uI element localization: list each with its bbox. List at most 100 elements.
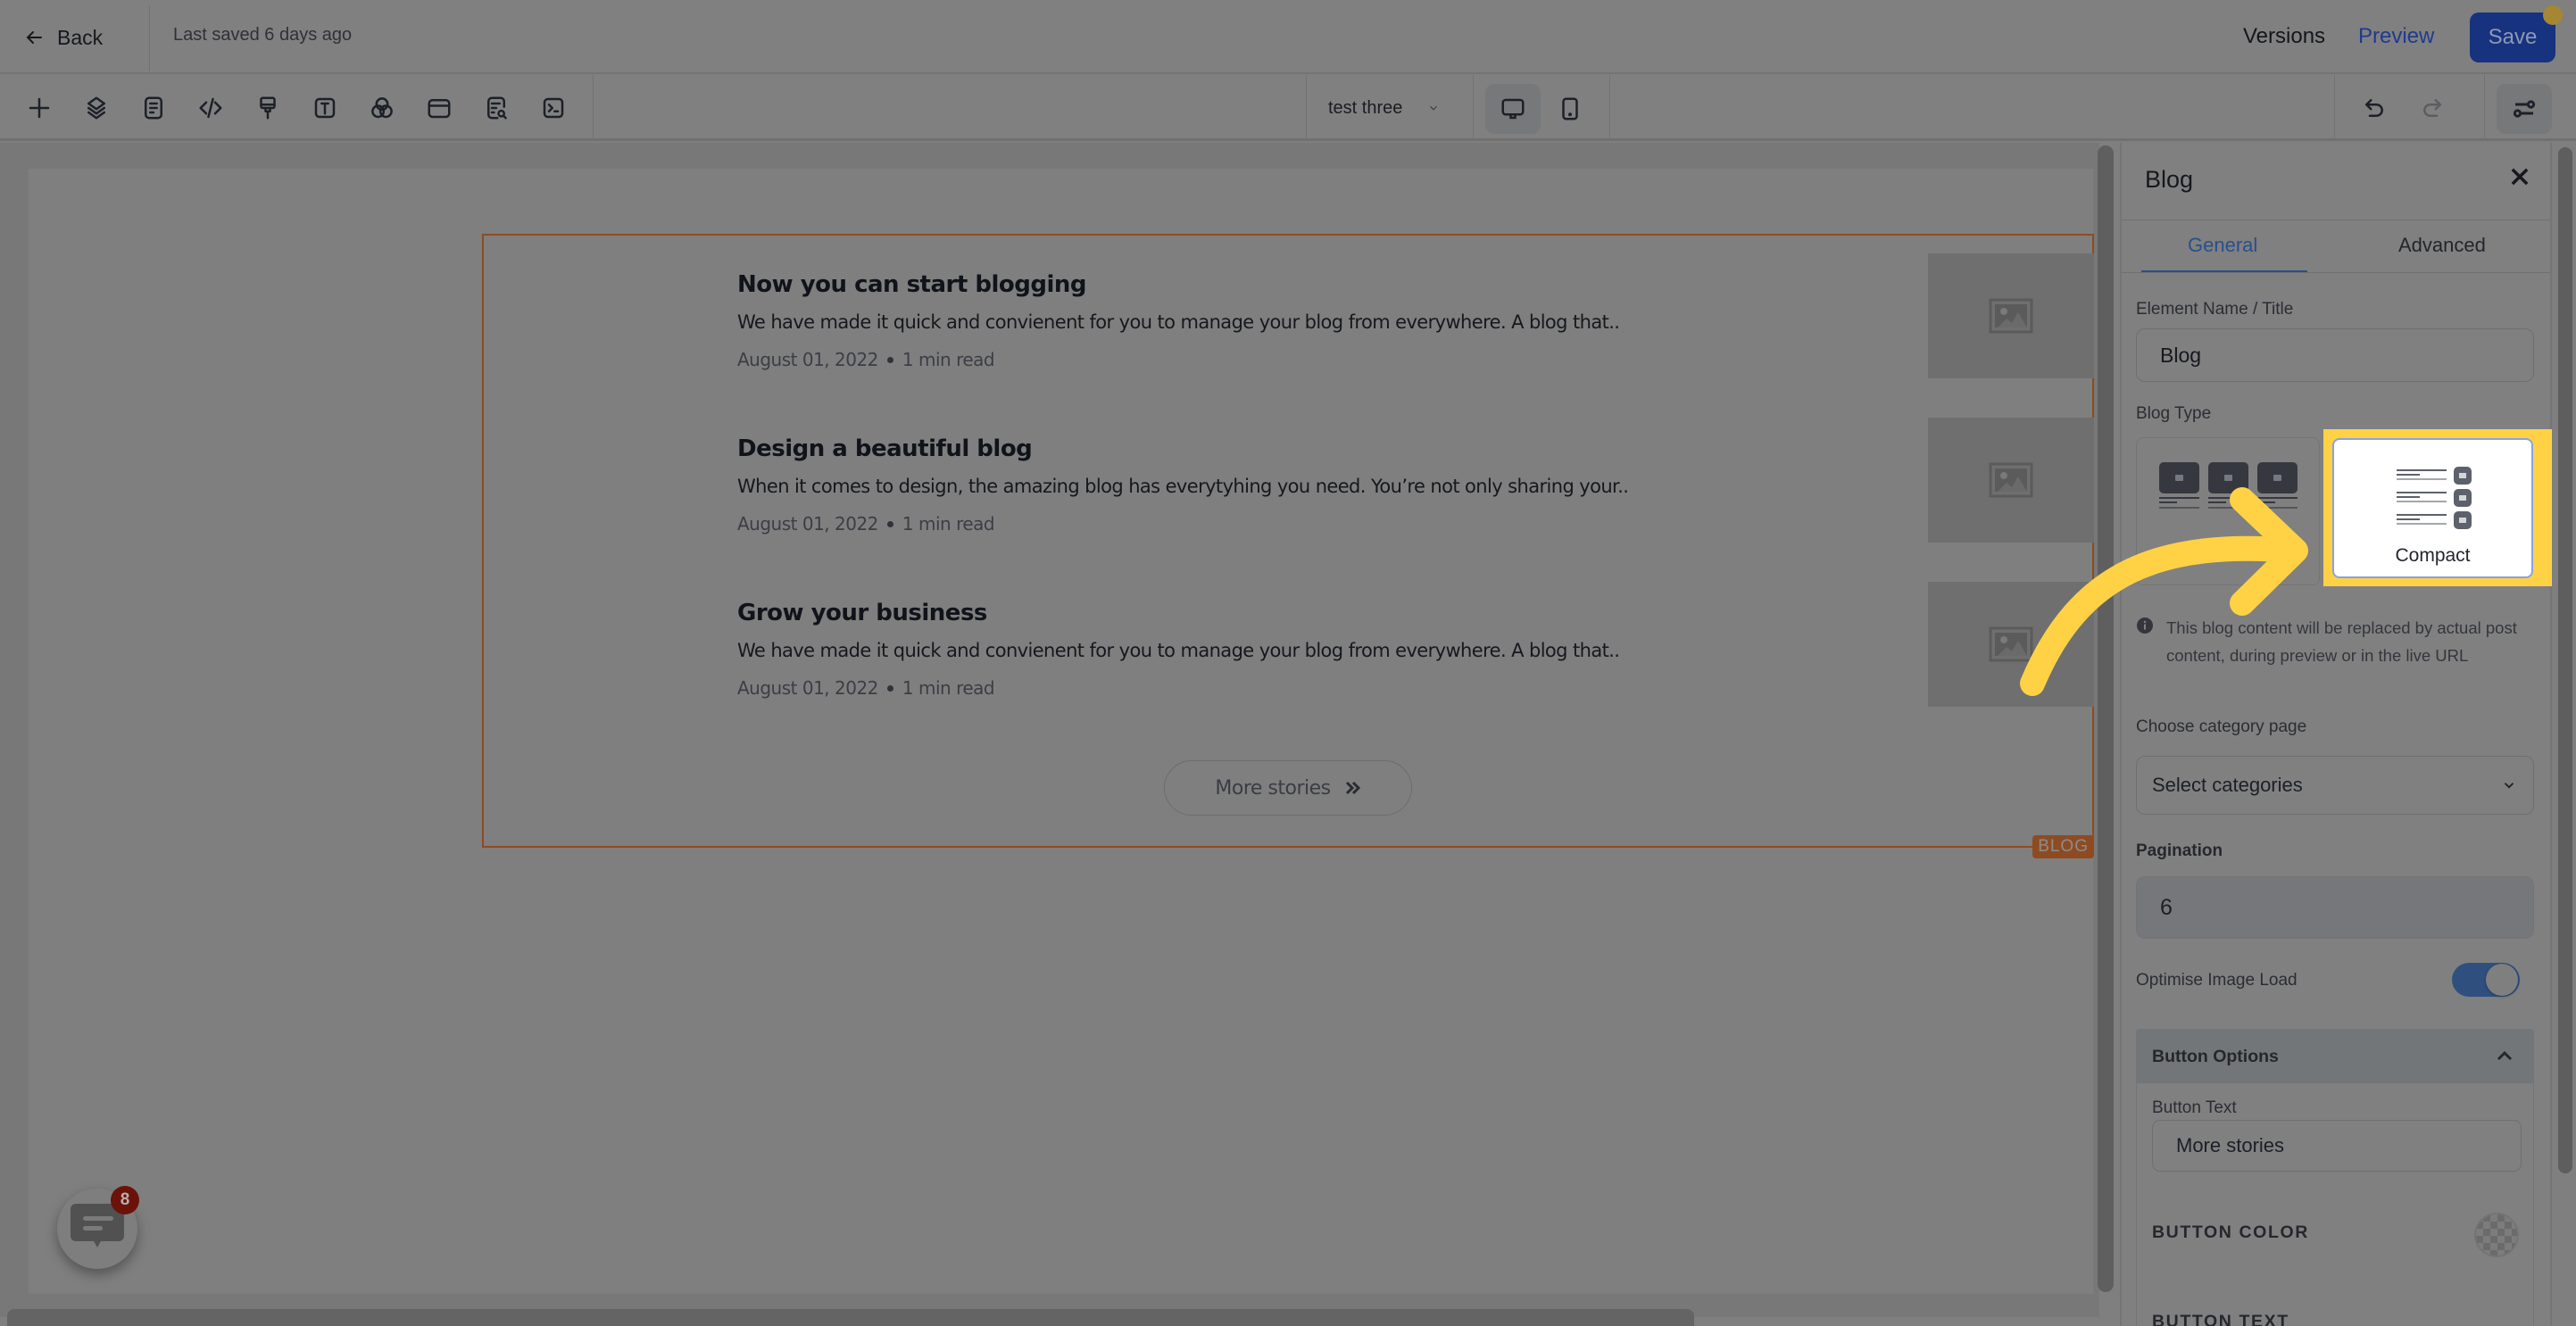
pagination-input[interactable]: 6	[2136, 876, 2534, 939]
console-icon	[543, 97, 564, 119]
colors-button[interactable]	[366, 92, 398, 124]
redo-button[interactable]	[2416, 92, 2448, 124]
standard-layout-icon	[2159, 462, 2298, 516]
save-button[interactable]: Save	[2470, 5, 2563, 62]
page-select-dropdown[interactable]: test three	[1328, 91, 1440, 125]
post-date: August 01, 2022	[737, 513, 878, 535]
post-title: Design a beautiful blog	[737, 435, 1033, 462]
info-note: This blog content will be replaced by ac…	[2136, 614, 2529, 669]
colors-icon	[371, 97, 393, 119]
button-options-section: Button Options Button Text More stories …	[2136, 1029, 2534, 1326]
optimise-image-label: Optimise Image Load	[2136, 971, 2298, 990]
section-layout-icon	[428, 99, 451, 119]
close-icon	[2511, 168, 2529, 186]
panel-scrollbar[interactable]	[2558, 147, 2572, 1173]
back-button[interactable]: Back	[23, 21, 103, 54]
sections-button[interactable]	[423, 92, 455, 124]
save-label: Save	[2488, 25, 2538, 49]
image-placeholder-icon	[1989, 626, 2033, 662]
back-label: Back	[57, 25, 104, 49]
toolbar-divider	[2334, 75, 2335, 141]
post-read-time: 1 min read	[902, 513, 995, 535]
button-color-swatch[interactable]	[2474, 1213, 2519, 1257]
toolbar-divider	[1306, 75, 1307, 141]
separator-dot	[886, 684, 893, 692]
top-header: Back Last saved 6 days ago Versions Prev…	[0, 0, 2576, 74]
preview-link[interactable]: Preview	[2358, 24, 2434, 49]
element-name-label: Element Name / Title	[2136, 300, 2294, 319]
image-placeholder-icon	[1989, 298, 2033, 334]
close-panel-button[interactable]	[2507, 164, 2536, 193]
pagination-label: Pagination	[2136, 841, 2223, 860]
arrow-left-icon	[26, 31, 42, 44]
blog-type-standard-label: Standard	[2191, 542, 2264, 561]
optimise-image-toggle[interactable]	[2452, 963, 2520, 997]
versions-link[interactable]: Versions	[2243, 24, 2325, 49]
more-stories-button[interactable]: More stories	[1164, 760, 1412, 816]
post-read-time: 1 min read	[902, 677, 995, 699]
chevron-down-icon	[1430, 105, 1438, 111]
post-thumbnail	[1928, 253, 2094, 378]
custom-code-button[interactable]	[195, 92, 227, 124]
blog-post-item[interactable]: Now you can start blogging We have made …	[737, 253, 2094, 396]
post-excerpt: When it comes to design, the amazing blo…	[737, 476, 1629, 497]
post-meta: August 01, 2022 1 min read	[737, 349, 995, 370]
button-text-color-label: BUTTON TEXT	[2152, 1312, 2289, 1326]
button-color-label: BUTTON COLOR	[2152, 1222, 2309, 1242]
chevron-up-icon	[2497, 1050, 2513, 1061]
styles-button[interactable]	[252, 92, 284, 124]
separator-dot	[886, 520, 893, 527]
toolbar-divider	[593, 75, 594, 141]
post-read-time: 1 min read	[902, 349, 995, 370]
blog-post-item[interactable]: Design a beautiful blog When it comes to…	[737, 418, 2094, 560]
post-thumbnail	[1928, 418, 2094, 543]
layers-icon	[87, 96, 105, 120]
chat-unread-badge: 8	[111, 1186, 139, 1214]
desktop-view-button[interactable]	[1485, 84, 1541, 134]
mobile-view-button[interactable]	[1542, 84, 1598, 134]
post-meta: August 01, 2022 1 min read	[737, 677, 995, 699]
undo-button[interactable]	[2358, 92, 2390, 124]
pages-button[interactable]	[137, 92, 170, 124]
toolbar-divider	[1609, 75, 1610, 141]
blog-type-compact-label: Compact	[2395, 545, 2471, 566]
element-settings-panel: Blog General Advanced Element Name / Tit…	[2120, 143, 2552, 1326]
blog-element[interactable]: Now you can start blogging We have made …	[482, 234, 2094, 858]
tab-general[interactable]: General	[2188, 234, 2257, 257]
last-saved-status: Last saved 6 days ago	[173, 25, 353, 45]
seo-search-icon	[487, 96, 507, 120]
element-type-tag: BLOG	[2032, 835, 2094, 858]
category-label: Choose category page	[2136, 717, 2307, 736]
blog-type-compact[interactable]: Compact	[2332, 438, 2533, 578]
element-name-input[interactable]: Blog	[2136, 328, 2534, 382]
layers-button[interactable]	[80, 92, 112, 124]
text-icon	[314, 97, 336, 119]
compact-layout-icon	[2397, 465, 2472, 532]
button-options-header[interactable]: Button Options	[2137, 1030, 2533, 1083]
panel-divider	[2122, 272, 2550, 273]
post-title: Grow your business	[737, 600, 987, 626]
canvas-horizontal-scrollbar[interactable]	[7, 1309, 1694, 1326]
blog-type-label: Blog Type	[2136, 404, 2212, 423]
blog-type-standard[interactable]: Standard	[2136, 437, 2320, 585]
image-placeholder-icon	[1989, 462, 2033, 498]
settings-sliders-icon	[2513, 100, 2536, 118]
post-excerpt: We have made it quick and convienent for…	[737, 311, 1620, 333]
tab-advanced[interactable]: Advanced	[2398, 234, 2486, 257]
canvas-vertical-scrollbar[interactable]	[2098, 145, 2114, 1292]
category-placeholder: Select categories	[2152, 774, 2303, 796]
button-text-input[interactable]: More stories	[2152, 1120, 2522, 1172]
seo-button[interactable]	[480, 92, 512, 124]
settings-panel-toggle[interactable]	[2497, 84, 2552, 134]
unsaved-indicator-dot	[2543, 5, 2563, 25]
category-select[interactable]: Select categories	[2136, 756, 2534, 815]
post-thumbnail	[1928, 582, 2094, 707]
typography-button[interactable]	[309, 92, 341, 124]
add-element-button[interactable]	[23, 92, 55, 124]
add-icon	[29, 97, 50, 119]
separator-dot	[886, 356, 893, 363]
toolbar-divider	[2484, 75, 2485, 141]
toolbar-divider	[1473, 75, 1474, 141]
blog-post-item[interactable]: Grow your business We have made it quick…	[737, 582, 2094, 725]
console-button[interactable]	[537, 92, 569, 124]
